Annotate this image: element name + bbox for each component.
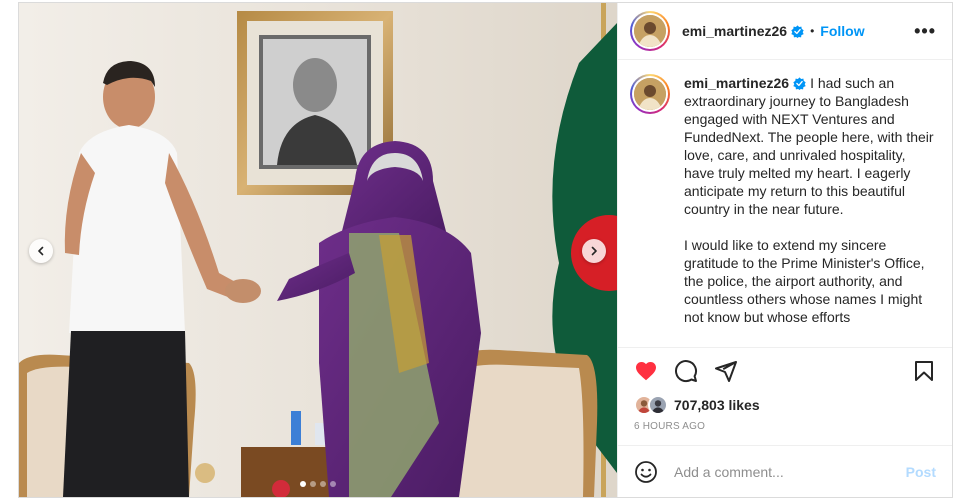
caption-text: emi_martinez26 I had such an extraordinar… <box>684 74 934 347</box>
caption-username[interactable]: emi_martinez26 <box>684 75 789 91</box>
liker-avatar <box>648 395 668 415</box>
comment-button[interactable] <box>674 359 698 383</box>
post-comment-button[interactable]: Post <box>906 464 936 480</box>
carousel-indicator <box>19 481 617 487</box>
post-timestamp[interactable]: 6 HOURS AGO <box>618 417 952 445</box>
more-options-button[interactable]: ••• <box>914 22 936 40</box>
carousel-dot <box>320 481 326 487</box>
caption-paragraph: emi_martinez26 I had such an extraordinar… <box>684 74 934 218</box>
likes-row: 707,803 likes <box>618 393 952 417</box>
verified-badge-icon <box>791 24 804 38</box>
avatar-image <box>634 78 666 110</box>
carousel-dot <box>300 481 306 487</box>
share-button[interactable] <box>714 359 738 383</box>
comment-composer: Post <box>618 445 952 497</box>
send-icon <box>715 360 737 382</box>
post-sidebar: emi_martinez26 • Follow ••• emi_martinez… <box>617 3 952 497</box>
instagram-post: emi_martinez26 • Follow ••• emi_martinez… <box>18 2 953 498</box>
author-username[interactable]: emi_martinez26 <box>682 23 787 39</box>
caption-author-avatar[interactable] <box>630 74 670 114</box>
like-button[interactable] <box>634 359 658 383</box>
post-actions <box>618 347 952 393</box>
chevron-left-icon <box>38 246 44 256</box>
caption-paragraph: I would like to extend my sincere gratit… <box>684 237 925 325</box>
carousel-dot <box>330 481 336 487</box>
caption-area: emi_martinez26 I had such an extraordinar… <box>618 60 952 347</box>
post-header: emi_martinez26 • Follow ••• <box>618 3 952 60</box>
bookmark-icon <box>915 360 933 381</box>
comment-icon <box>675 359 698 382</box>
header-separator: • <box>810 24 815 38</box>
heart-icon <box>636 361 656 380</box>
post-media[interactable] <box>19 3 617 497</box>
chevron-right-icon <box>591 246 597 256</box>
carousel-prev-button[interactable] <box>29 239 53 263</box>
likes-count[interactable]: 707,803 likes <box>674 397 760 413</box>
comment-input[interactable] <box>674 463 906 480</box>
save-button[interactable] <box>912 359 936 383</box>
carousel-next-button[interactable] <box>582 239 606 263</box>
post-photo <box>19 3 617 497</box>
author-avatar[interactable] <box>630 11 670 51</box>
avatar-image <box>634 15 666 47</box>
emoji-icon[interactable] <box>634 460 658 484</box>
caption-body: I had such an extraordinary journey to B… <box>684 75 934 217</box>
follow-button[interactable]: Follow <box>820 23 864 39</box>
verified-badge-icon <box>793 77 806 90</box>
carousel-dot <box>310 481 316 487</box>
liker-avatars[interactable] <box>634 395 668 415</box>
